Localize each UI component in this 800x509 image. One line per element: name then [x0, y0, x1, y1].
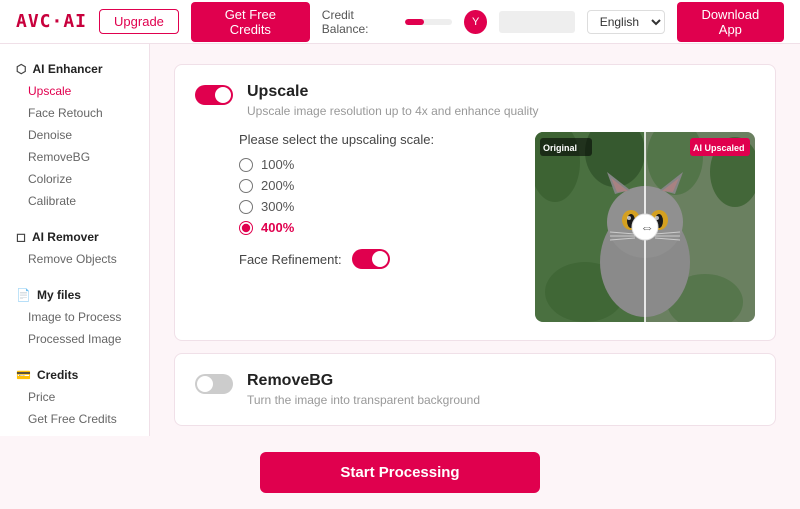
scale-option-100[interactable]: 100%	[239, 157, 515, 172]
sidebar-section-credits: 💳 Credits Price Get Free Credits	[0, 364, 149, 430]
credit-balance: Credit Balance:	[322, 8, 453, 36]
upscale-toggle-slider	[195, 85, 233, 105]
credits-icon: 💳	[16, 368, 31, 382]
scale-radio-100[interactable]	[239, 158, 253, 172]
my-files-icon: 📄	[16, 288, 31, 302]
face-refinement-toggle[interactable]	[352, 249, 390, 269]
start-processing-button[interactable]: Start Processing	[260, 452, 539, 493]
scale-radio-200[interactable]	[239, 179, 253, 193]
upscale-body: Please select the upscaling scale: 100% …	[195, 132, 755, 322]
removebg-card: RemoveBG Turn the image into transparent…	[174, 353, 776, 426]
scale-option-200[interactable]: 200%	[239, 178, 515, 193]
username-display	[499, 11, 575, 33]
main-layout: ⬡ AI Enhancer Upscale Face Retouch Denoi…	[0, 44, 800, 436]
upscale-title: Upscale	[247, 83, 755, 101]
sidebar-section-ai-enhancer: ⬡ AI Enhancer Upscale Face Retouch Denoi…	[0, 58, 149, 212]
credit-balance-label: Credit Balance:	[322, 8, 399, 36]
sidebar-item-image-to-process[interactable]: Image to Process	[0, 306, 149, 328]
credit-bar	[405, 19, 452, 25]
language-select[interactable]: English	[587, 10, 665, 34]
scale-label-100: 100%	[261, 157, 294, 172]
ai-enhancer-icon: ⬡	[16, 62, 26, 76]
scale-label-400: 400%	[261, 220, 294, 235]
sidebar-section-title-ai-remover: ◻ AI Remover	[0, 226, 149, 248]
image-preview: ⇔ Original AI Upscaled	[535, 132, 755, 322]
sidebar-item-get-free-credits[interactable]: Get Free Credits	[0, 408, 149, 430]
download-app-button[interactable]: Download App	[677, 2, 784, 42]
sidebar-section-my-files: 📄 My files Image to Process Processed Im…	[0, 284, 149, 350]
scale-radio-300[interactable]	[239, 200, 253, 214]
sidebar-item-calibrate[interactable]: Calibrate	[0, 190, 149, 212]
sidebar-section-title-ai-enhancer: ⬡ AI Enhancer	[0, 58, 149, 80]
svg-text:AI Upscaled: AI Upscaled	[693, 143, 745, 153]
upgrade-button[interactable]: Upgrade	[99, 9, 179, 34]
sidebar-item-processed-image[interactable]: Processed Image	[0, 328, 149, 350]
upscale-toggle-container	[195, 85, 233, 105]
ai-remover-icon: ◻	[16, 230, 26, 244]
upscale-controls: Please select the upscaling scale: 100% …	[239, 132, 515, 322]
credit-bar-fill	[405, 19, 424, 25]
avatar[interactable]: Y	[464, 10, 487, 34]
sidebar-section-title-credits: 💳 Credits	[0, 364, 149, 386]
sidebar-item-removebg[interactable]: RemoveBG	[0, 146, 149, 168]
upscale-info: Upscale Upscale image resolution up to 4…	[247, 83, 755, 118]
removebg-toggle[interactable]	[195, 374, 233, 394]
sidebar-item-face-retouch[interactable]: Face Retouch	[0, 102, 149, 124]
logo: AVC·AI	[16, 11, 87, 32]
removebg-title: RemoveBG	[247, 372, 755, 390]
sidebar-item-price[interactable]: Price	[0, 386, 149, 408]
preview-svg: ⇔ Original AI Upscaled	[535, 132, 755, 322]
scale-radio-400[interactable]	[239, 221, 253, 235]
face-refinement-slider	[352, 249, 390, 269]
sidebar-item-colorize[interactable]: Colorize	[0, 168, 149, 190]
sidebar: ⬡ AI Enhancer Upscale Face Retouch Denoi…	[0, 44, 150, 436]
sidebar-section-ai-remover: ◻ AI Remover Remove Objects	[0, 226, 149, 270]
upscale-card: Upscale Upscale image resolution up to 4…	[174, 64, 776, 341]
upscale-toggle[interactable]	[195, 85, 233, 105]
sidebar-section-title-my-files: 📄 My files	[0, 284, 149, 306]
removebg-toggle-container	[195, 374, 233, 394]
upscale-row: Please select the upscaling scale: 100% …	[239, 132, 755, 322]
upscale-header: Upscale Upscale image resolution up to 4…	[195, 83, 755, 118]
svg-text:Original: Original	[543, 143, 577, 153]
sidebar-item-remove-objects[interactable]: Remove Objects	[0, 248, 149, 270]
sidebar-item-upscale[interactable]: Upscale	[0, 80, 149, 102]
removebg-toggle-slider	[195, 374, 233, 394]
sidebar-item-denoise[interactable]: Denoise	[0, 124, 149, 146]
face-refinement-label: Face Refinement:	[239, 252, 342, 267]
scale-option-300[interactable]: 300%	[239, 199, 515, 214]
removebg-desc: Turn the image into transparent backgrou…	[247, 393, 755, 407]
removebg-header: RemoveBG Turn the image into transparent…	[195, 372, 755, 407]
removebg-info: RemoveBG Turn the image into transparent…	[247, 372, 755, 407]
scale-option-400[interactable]: 400%	[239, 220, 515, 235]
svg-text:⇔: ⇔	[640, 219, 654, 235]
get-free-credits-button[interactable]: Get Free Credits	[191, 2, 310, 42]
topbar: AVC·AI Upgrade Get Free Credits Credit B…	[0, 0, 800, 44]
upscale-select-label: Please select the upscaling scale:	[239, 132, 515, 147]
scale-label-300: 300%	[261, 199, 294, 214]
upscale-desc: Upscale image resolution up to 4x and en…	[247, 104, 755, 118]
scale-options: 100% 200% 300%	[239, 157, 515, 235]
scale-label-200: 200%	[261, 178, 294, 193]
face-refinement-row: Face Refinement:	[239, 249, 515, 269]
bottom-bar: Start Processing	[0, 436, 800, 509]
content-area: Upscale Upscale image resolution up to 4…	[150, 44, 800, 436]
